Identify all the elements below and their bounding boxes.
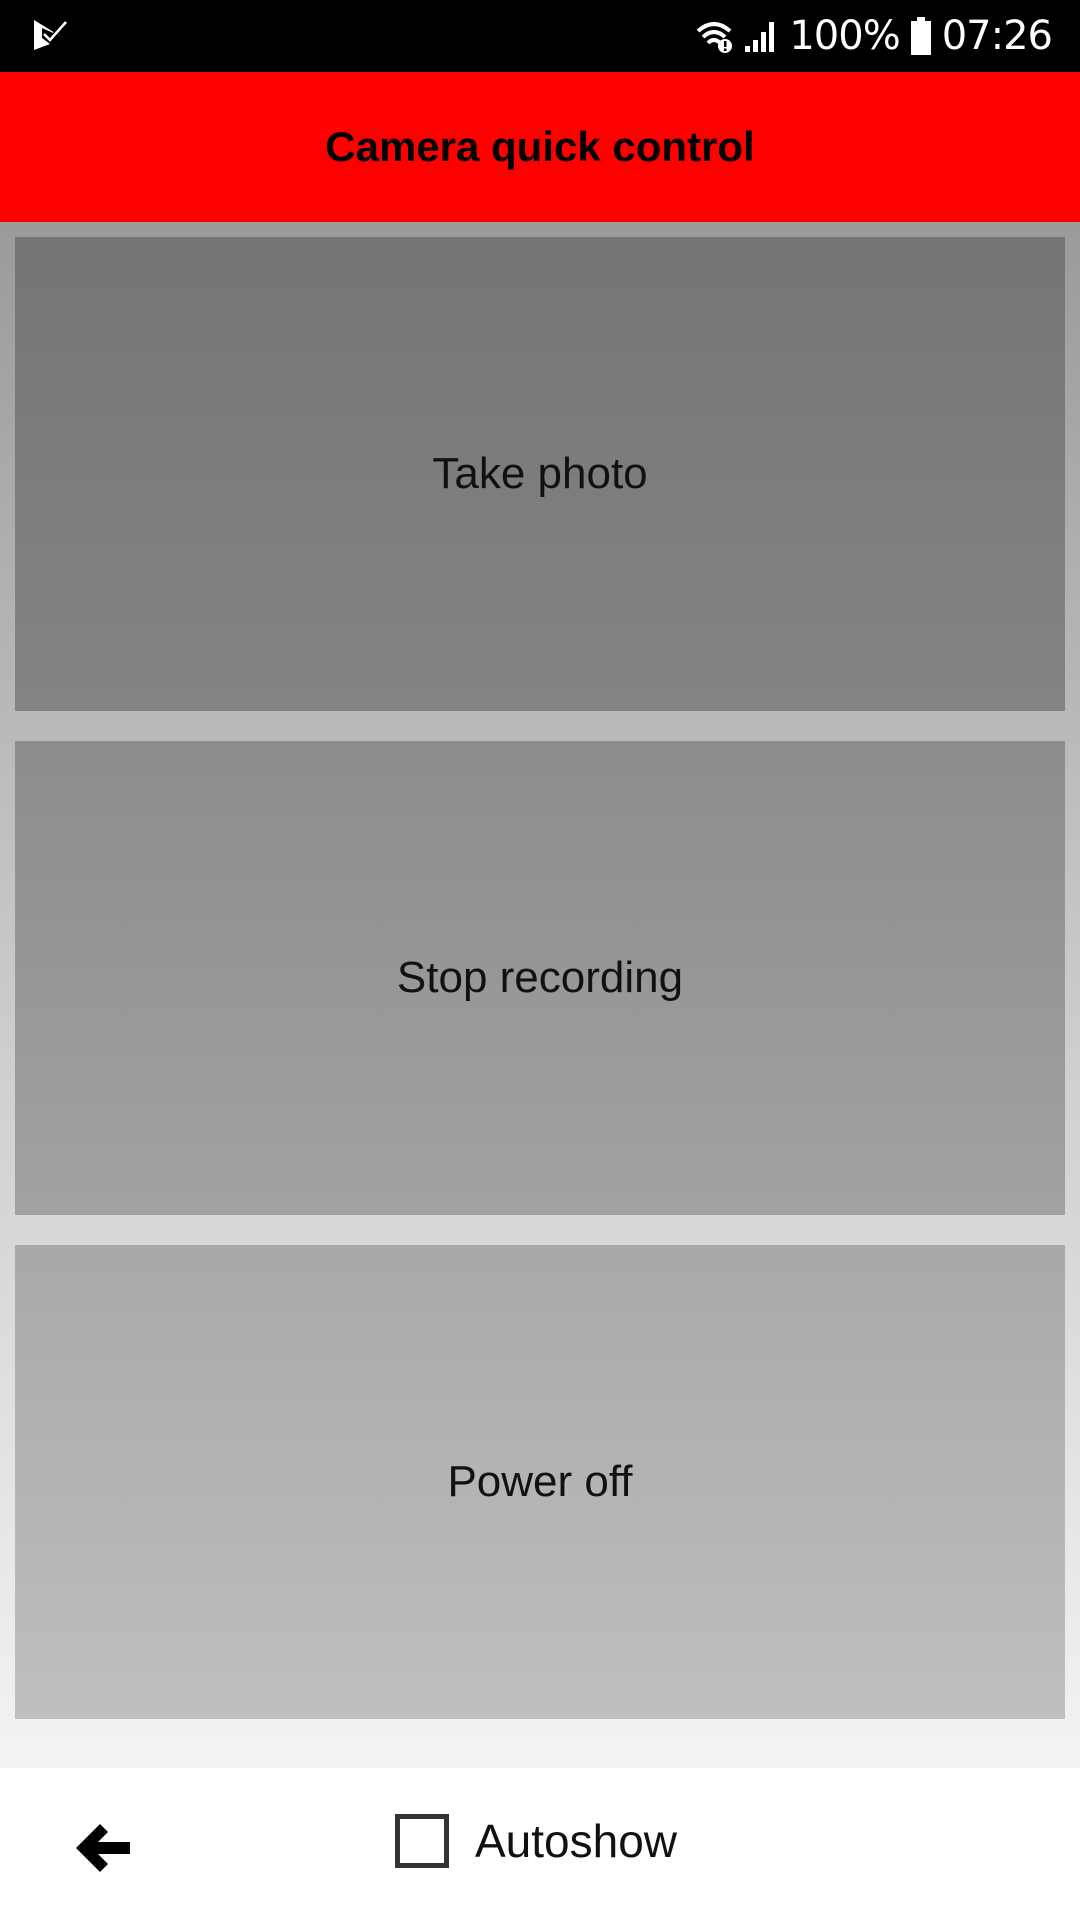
clock: 07:26 — [941, 13, 1053, 59]
status-bar: 100% 07:26 — [0, 0, 1080, 72]
take-photo-label: Take photo — [432, 449, 648, 498]
autoshow-label: Autoshow — [475, 1815, 678, 1867]
app-notification-icon — [30, 16, 70, 56]
wifi-icon — [695, 19, 733, 53]
app-bar: Camera quick control — [0, 72, 1080, 222]
autoshow-toggle[interactable]: Autoshow — [395, 1814, 677, 1868]
arrow-left-icon — [70, 1816, 134, 1885]
signal-icon — [743, 18, 779, 54]
battery-percent: 100% — [789, 13, 900, 59]
take-photo-button[interactable]: Take photo — [15, 237, 1065, 711]
stop-recording-label: Stop recording — [396, 953, 684, 1002]
page-title: Camera quick control — [325, 123, 755, 170]
action-list: Take photo Stop recording Power off — [0, 222, 1080, 1768]
power-off-label: Power off — [447, 1457, 633, 1506]
back-button[interactable] — [62, 1810, 142, 1890]
stop-recording-button[interactable]: Stop recording — [15, 741, 1065, 1215]
bottom-bar: Autoshow — [0, 1768, 1080, 1920]
battery-icon — [910, 17, 932, 55]
power-off-button[interactable]: Power off — [15, 1245, 1065, 1719]
autoshow-checkbox[interactable] — [395, 1814, 449, 1868]
